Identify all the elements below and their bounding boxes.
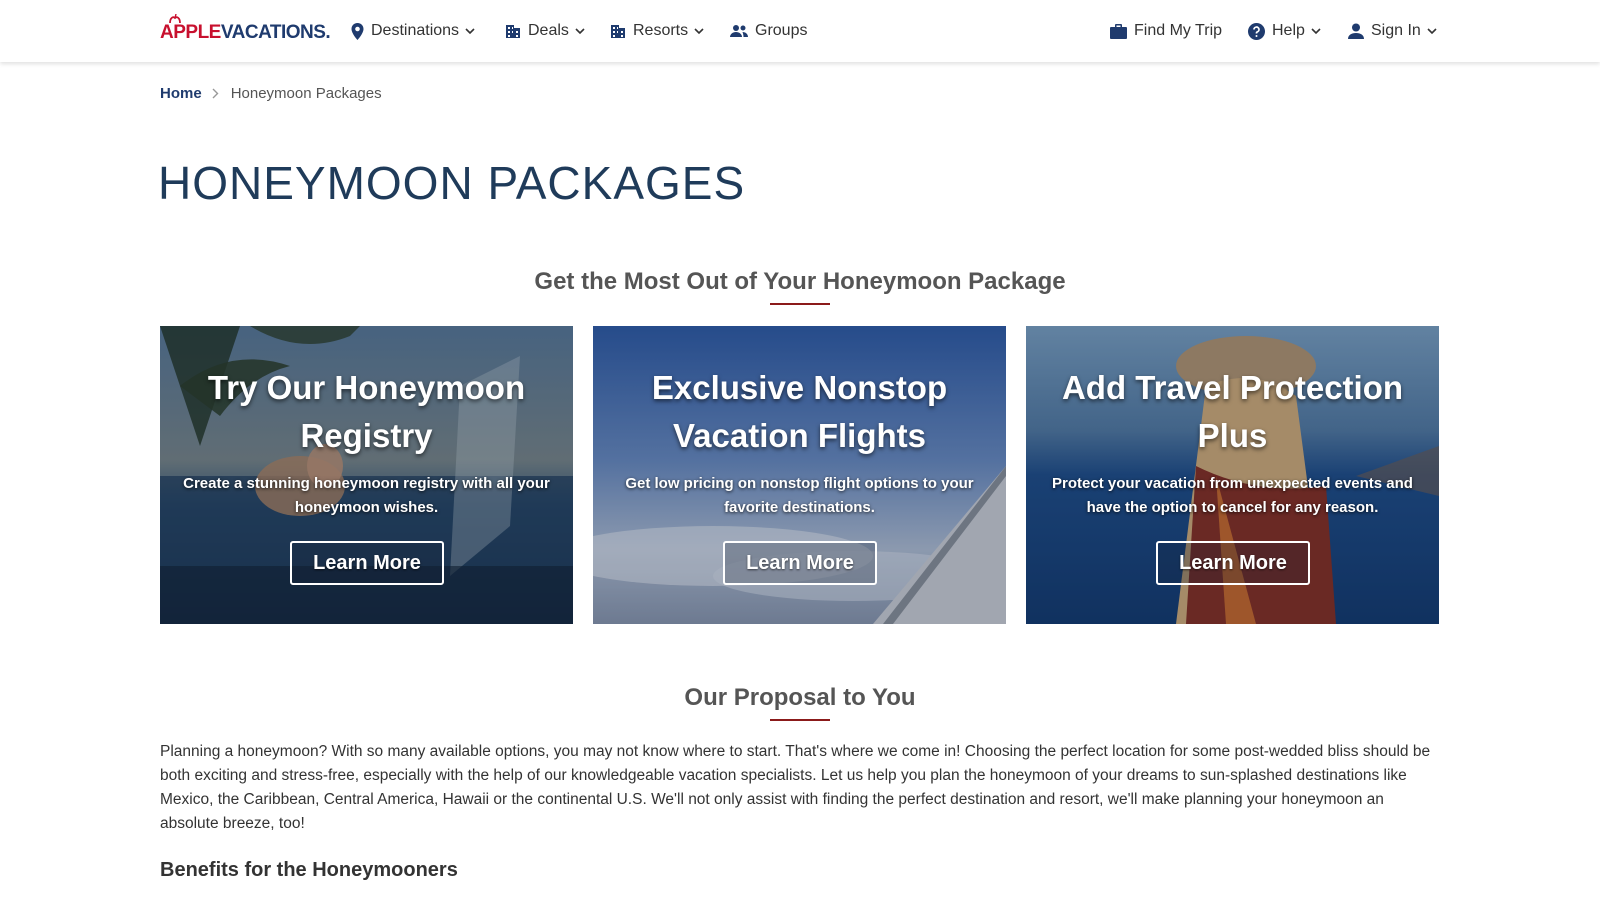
nav-help[interactable]: Help [1248, 20, 1321, 42]
breadcrumb-home-link[interactable]: Home [160, 85, 202, 102]
benefits-heading: Benefits for the Honeymooners [160, 859, 458, 881]
building-icon [505, 23, 521, 39]
card-title: Exclusive Nonstop Vacation Flights [651, 369, 948, 454]
nav-groups-label: Groups [755, 22, 808, 39]
nav-deals[interactable]: Deals [505, 20, 585, 42]
help-circle-icon [1248, 22, 1265, 40]
nav-help-label: Help [1272, 22, 1305, 39]
learn-more-button[interactable]: Learn More [1156, 541, 1310, 585]
user-icon [1348, 23, 1364, 39]
chevron-down-icon [1427, 27, 1437, 35]
nav-sign-in-label: Sign In [1371, 22, 1421, 39]
card-description: Get low pricing on nonstop flight option… [625, 475, 974, 516]
nav-deals-label: Deals [528, 22, 569, 39]
card-description: Protect your vacation from unexpected ev… [1052, 475, 1413, 516]
apple-vacations-logo[interactable]: APPLE VACATIONS. [160, 14, 331, 44]
card-honeymoon-registry: Try Our Honeymoon Registry Create a stun… [160, 326, 573, 624]
breadcrumb: Home Honeymoon Packages [160, 85, 382, 102]
card-title: Try Our Honeymoon Registry [207, 369, 526, 454]
nav-sign-in[interactable]: Sign In [1348, 20, 1437, 42]
card-description: Create a stunning honeymoon registry wit… [183, 475, 550, 516]
nav-find-my-trip-label: Find My Trip [1134, 22, 1223, 39]
logo-text-vacations: VACATIONS. [220, 22, 331, 43]
heading-underline [770, 303, 830, 305]
learn-more-button[interactable]: Learn More [290, 541, 444, 585]
chevron-down-icon [575, 27, 585, 35]
people-icon [730, 25, 748, 37]
page-title: HONEYMOON PACKAGES [158, 157, 746, 209]
logo-text-apple: APPLE [160, 22, 221, 43]
breadcrumb-current: Honeymoon Packages [230, 85, 382, 102]
apple-logo-icon [169, 14, 181, 24]
proposal-paragraph: Planning a honeymoon? With so many avail… [160, 743, 1431, 832]
nav-find-my-trip[interactable]: Find My Trip [1110, 20, 1222, 42]
chevron-right-icon [212, 88, 219, 99]
chevron-down-icon [465, 27, 475, 35]
nav-resorts-label: Resorts [633, 22, 689, 39]
heading-underline [770, 719, 830, 721]
card-nonstop-flights: Exclusive Nonstop Vacation Flights Get l… [593, 326, 1006, 624]
nav-destinations-label: Destinations [371, 22, 460, 39]
section-heading-honeymoon-package: Get the Most Out of Your Honeymoon Packa… [534, 268, 1066, 295]
hotel-building-icon [610, 23, 626, 39]
nav-groups[interactable]: Groups [730, 20, 807, 42]
nav-resorts[interactable]: Resorts [610, 20, 704, 42]
learn-more-button[interactable]: Learn More [723, 541, 877, 585]
nav-destinations[interactable]: Destinations [351, 20, 475, 42]
site-header: APPLE VACATIONS. Destinations Deals Resor… [0, 0, 1600, 62]
card-travel-protection: Add Travel Protection Plus Protect your … [1026, 326, 1439, 624]
briefcase-icon [1110, 23, 1127, 39]
map-pin-icon [351, 22, 364, 40]
card-title: Add Travel Protection Plus [1061, 369, 1404, 454]
section-heading-proposal: Our Proposal to You [684, 684, 916, 711]
chevron-down-icon [1311, 27, 1321, 35]
chevron-down-icon [694, 27, 704, 35]
